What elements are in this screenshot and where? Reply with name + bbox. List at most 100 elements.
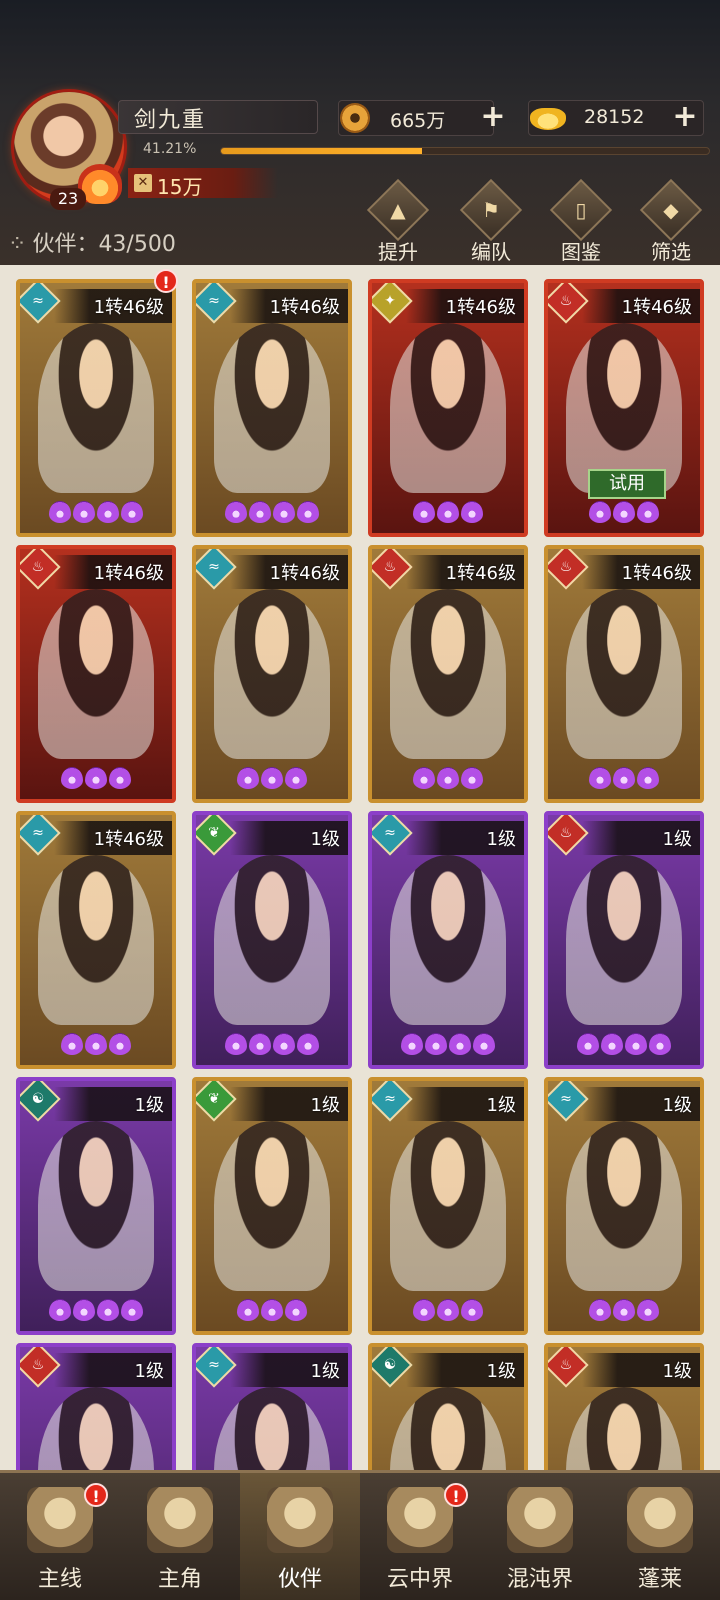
partner-level: 1级 xyxy=(134,1095,164,1116)
purple-flame-star-icon xyxy=(273,501,295,523)
partner-card[interactable]: 1转46级 ♨ xyxy=(368,545,528,803)
partner-level: 1级 xyxy=(310,1361,340,1382)
partner-card[interactable]: 1级 ☯ xyxy=(16,1077,176,1335)
purple-flame-star-icon xyxy=(285,767,307,789)
add-copper-button[interactable]: + xyxy=(478,102,508,133)
nav-item-2[interactable]: 主角 xyxy=(120,1473,240,1600)
formation-flag-icon: ⚑ xyxy=(459,178,523,242)
partner-portrait xyxy=(38,855,154,1025)
partner-card[interactable]: 1级 ≈ xyxy=(368,811,528,1069)
purple-flame-star-icon xyxy=(109,767,131,789)
partner-level: 1级 xyxy=(662,1361,692,1382)
purple-flame-star-icon xyxy=(613,767,635,789)
purple-flame-star-icon xyxy=(577,1033,599,1055)
partner-card[interactable]: 1转46级 ≈ xyxy=(16,279,176,537)
nav-item-1[interactable]: 主线! xyxy=(0,1473,120,1600)
sage-icon xyxy=(627,1487,693,1553)
partner-level: 1转46级 xyxy=(621,297,692,318)
purple-flame-star-icon xyxy=(589,1299,611,1321)
nav-alert-badge: ! xyxy=(444,1483,468,1507)
filter-icon: ◆ xyxy=(639,178,703,242)
purple-flame-star-icon xyxy=(61,767,83,789)
partner-level: 1级 xyxy=(486,1095,516,1116)
partner-level: 1级 xyxy=(662,829,692,850)
partner-card[interactable]: 1转46级 ≈ xyxy=(16,811,176,1069)
partner-card[interactable]: 1级 ≈ xyxy=(368,1077,528,1335)
partner-portrait xyxy=(214,589,330,759)
nav-item-6[interactable]: 蓬莱 xyxy=(600,1473,720,1600)
exp-percent: 41.21% xyxy=(143,141,197,157)
purple-flame-star-icon xyxy=(225,1033,247,1055)
purple-flame-star-icon xyxy=(401,1033,423,1055)
partner-card[interactable]: 1转46级 ≈ xyxy=(192,545,352,803)
partner-card[interactable]: 1转46级 ♨ 试用 xyxy=(544,279,704,537)
partner-card[interactable]: 1级 ♨ xyxy=(544,811,704,1069)
partner-level: 1转46级 xyxy=(93,297,164,318)
nav-label: 伙伴 xyxy=(277,1567,322,1592)
purple-flame-star-icon xyxy=(109,1033,131,1055)
purple-flame-star-icon xyxy=(297,501,319,523)
partner-card[interactable]: 1级 ❦ xyxy=(192,811,352,1069)
purple-flame-star-icon xyxy=(121,501,143,523)
partner-card[interactable]: 1级 ♨ xyxy=(16,1343,176,1470)
scroll-icon: ▯ xyxy=(549,178,613,242)
partner-card[interactable]: 1级 ≈ xyxy=(192,1343,352,1470)
partner-card[interactable]: 1级 ❦ xyxy=(192,1077,352,1335)
partner-portrait xyxy=(38,323,154,493)
chaos-tower-icon xyxy=(507,1487,573,1553)
upgrade-button[interactable]: ▲ 提升 xyxy=(365,178,431,264)
partner-level: 1转46级 xyxy=(621,563,692,584)
trial-badge: 试用 xyxy=(588,469,666,499)
partner-card[interactable]: 1级 ☯ xyxy=(368,1343,528,1470)
exp-bar xyxy=(220,147,710,155)
purple-flame-star-icon xyxy=(285,1299,307,1321)
partner-portrait xyxy=(38,1387,154,1470)
partner-card[interactable]: 1转46级 ♨ xyxy=(544,545,704,803)
player-name: 剑九重 xyxy=(134,108,207,133)
alert-badge: ! xyxy=(154,269,178,293)
purple-flame-star-icon xyxy=(637,767,659,789)
player-level: 23 xyxy=(50,188,86,210)
star-rating xyxy=(20,767,172,793)
partner-card[interactable]: 1级 ♨ xyxy=(544,1343,704,1470)
partner-card[interactable]: 1转46级 ♨ xyxy=(16,545,176,803)
partner-portrait xyxy=(390,323,506,493)
star-rating xyxy=(196,501,348,527)
nav-item-4[interactable]: 云中界! xyxy=(360,1473,480,1600)
swords-icon: ✕ xyxy=(134,174,152,192)
purple-flame-star-icon xyxy=(413,767,435,789)
purple-flame-star-icon xyxy=(589,767,611,789)
partner-portrait xyxy=(214,323,330,493)
partner-level: 1转46级 xyxy=(93,829,164,850)
purple-flame-star-icon xyxy=(637,1299,659,1321)
partner-portrait xyxy=(214,855,330,1025)
star-rating xyxy=(372,767,524,793)
partner-card[interactable]: 1转46级 ✦ xyxy=(368,279,528,537)
formation-button[interactable]: ⚑ 编队 xyxy=(458,178,524,264)
copper-amount: 665万 xyxy=(390,110,446,132)
purple-flame-star-icon xyxy=(413,1299,435,1321)
purple-flame-star-icon xyxy=(237,767,259,789)
partner-card[interactable]: 1级 ≈ xyxy=(544,1077,704,1335)
add-gold-button[interactable]: + xyxy=(670,102,700,133)
purple-flame-star-icon xyxy=(613,1299,635,1321)
purple-flame-star-icon xyxy=(97,501,119,523)
nav-label: 云中界 xyxy=(386,1567,453,1592)
combat-power: 15万 xyxy=(157,175,203,199)
nav-item-5[interactable]: 混沌界 xyxy=(480,1473,600,1600)
partner-count: ⁘ 伙伴：43/500 xyxy=(8,226,176,258)
partner-card[interactable]: 1转46级 ≈ xyxy=(192,279,352,537)
filter-button[interactable]: ◆ 筛选 xyxy=(638,178,704,264)
partner-portrait xyxy=(214,1387,330,1470)
nav-item-3[interactable]: 伙伴 xyxy=(240,1473,360,1600)
partner-level: 1级 xyxy=(662,1095,692,1116)
partner-level: 1转46级 xyxy=(445,297,516,318)
partner-portrait xyxy=(566,589,682,759)
nav-alert-badge: ! xyxy=(84,1483,108,1507)
gold-amount: 28152 xyxy=(584,106,645,128)
partner-portrait xyxy=(390,1387,506,1470)
star-rating xyxy=(372,501,524,527)
star-rating xyxy=(196,767,348,793)
codex-button[interactable]: ▯ 图鉴 xyxy=(548,178,614,264)
partner-helmet-icon xyxy=(267,1487,333,1553)
